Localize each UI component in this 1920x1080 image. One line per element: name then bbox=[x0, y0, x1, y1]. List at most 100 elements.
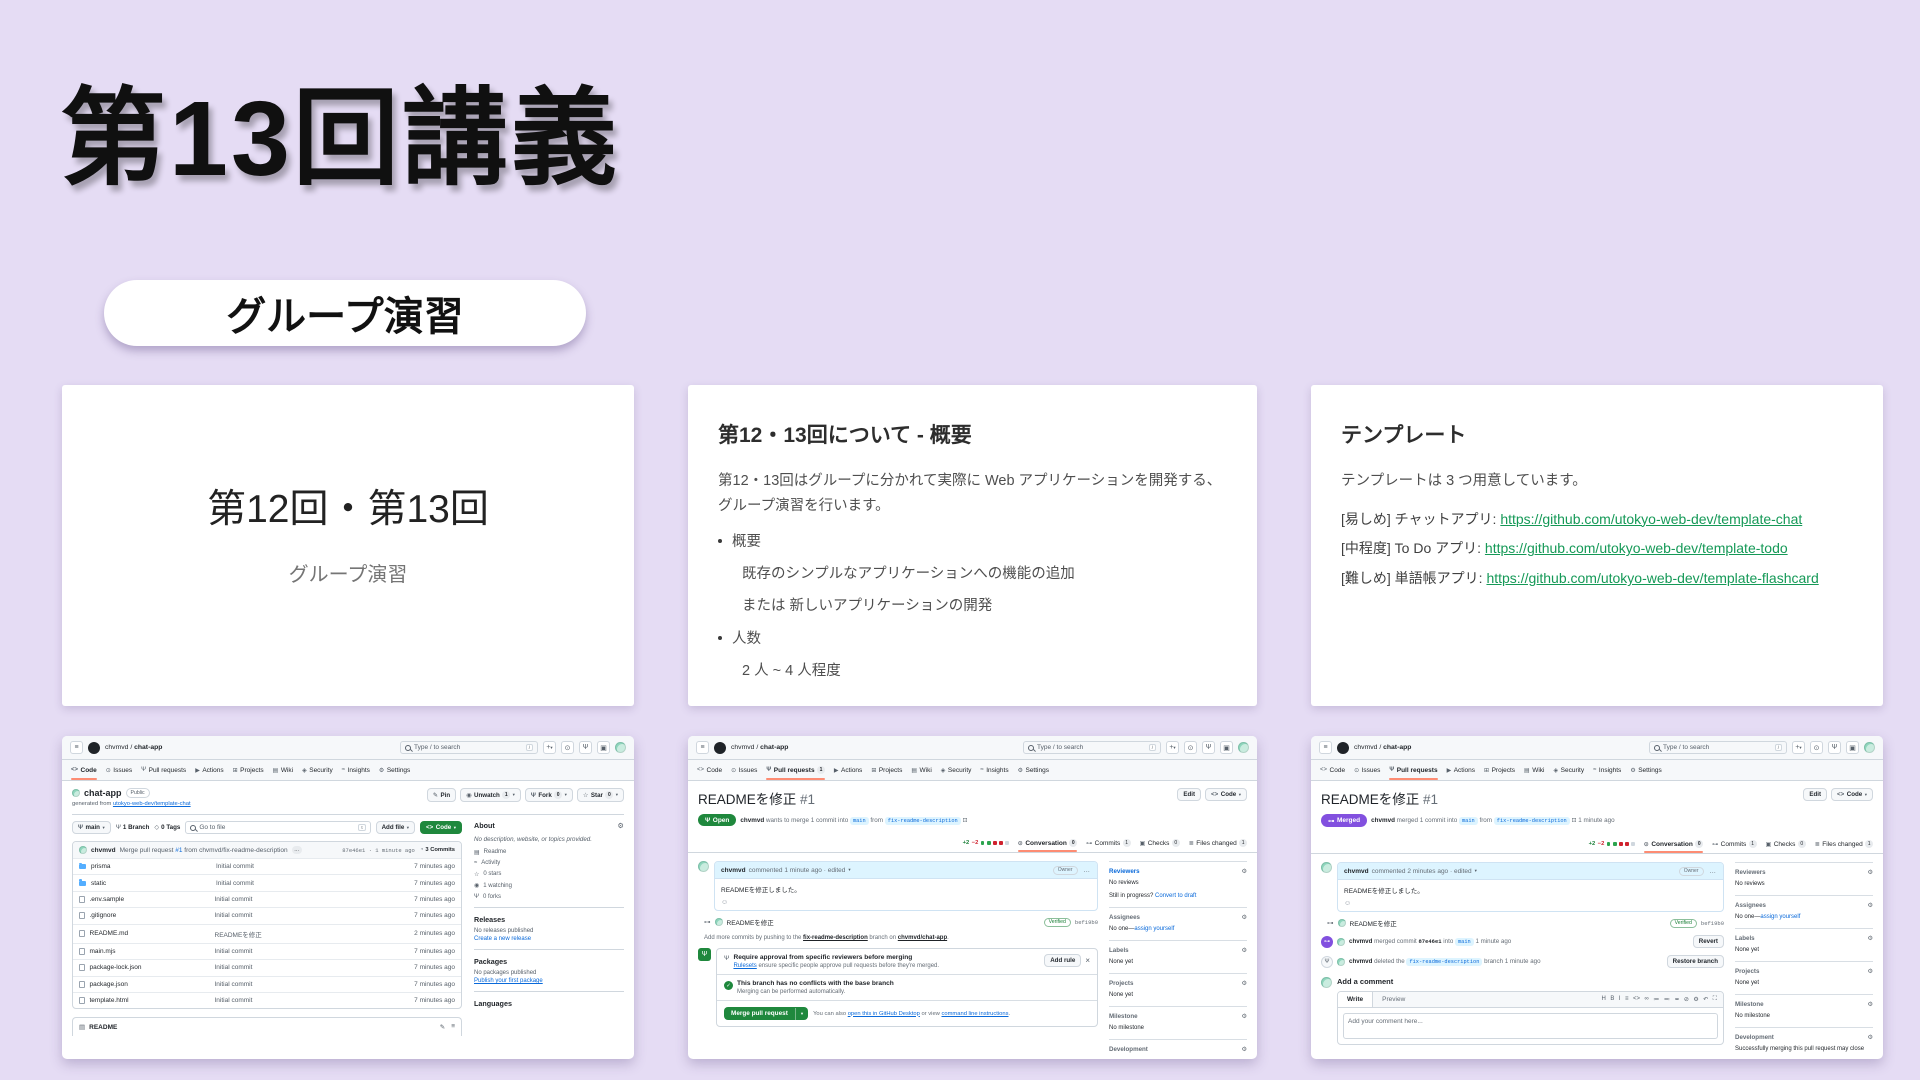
search-input[interactable]: Type / to search/ bbox=[400, 741, 538, 754]
inbox-icon[interactable]: ▣ bbox=[1846, 741, 1859, 754]
write-tab[interactable]: Write bbox=[1338, 992, 1373, 1007]
commit-hash[interactable]: bef19b0 bbox=[1075, 919, 1098, 926]
branches-link[interactable]: Ψ1 Branch bbox=[116, 824, 150, 831]
template-link[interactable]: https://github.com/utokyo-web-dev/templa… bbox=[1486, 570, 1818, 586]
nav-tab[interactable]: <> Code bbox=[71, 760, 97, 780]
template-repo-link[interactable]: utokyo-web-dev/template-chat bbox=[113, 801, 191, 807]
nav-tab[interactable]: ⚙ Settings bbox=[379, 760, 410, 780]
nav-tab[interactable]: ≈ Insights bbox=[342, 760, 370, 780]
nav-tab[interactable]: ▶ Actions bbox=[1447, 760, 1475, 780]
gear-icon[interactable]: ⚙ bbox=[1241, 1013, 1247, 1020]
sidebar-link[interactable]: assign yourself bbox=[1134, 926, 1174, 932]
edit-button[interactable]: Edit bbox=[1803, 788, 1827, 801]
gear-icon[interactable]: ⚙ bbox=[1867, 1034, 1873, 1041]
create-release-link[interactable]: Create a new release bbox=[474, 936, 624, 942]
search-input[interactable]: Type / to search/ bbox=[1023, 741, 1161, 754]
pr-tab[interactable]: ▣ Checks 0 bbox=[1766, 835, 1806, 853]
file-row[interactable]: README.md READMEを修正 2 minutes ago bbox=[73, 924, 461, 943]
issues-icon[interactable]: ⊙ bbox=[561, 741, 574, 754]
nav-tab[interactable]: <> Code bbox=[697, 760, 722, 780]
comment-avatar[interactable] bbox=[698, 861, 709, 872]
issues-icon[interactable]: ⊙ bbox=[1810, 741, 1823, 754]
nav-tab[interactable]: ◈ Security bbox=[941, 760, 972, 780]
toolbar-icon[interactable]: I bbox=[1619, 996, 1621, 1003]
comment-menu-icon[interactable]: … bbox=[1710, 868, 1718, 875]
pr-tab[interactable]: ▣ Checks 0 bbox=[1140, 834, 1180, 852]
gear-icon[interactable]: ⚙ bbox=[1867, 1001, 1873, 1008]
create-new-button[interactable]: +▾ bbox=[543, 741, 556, 754]
nav-tab[interactable]: Ψ Pull requests bbox=[1389, 760, 1437, 780]
restore-branch-button[interactable]: Restore branch bbox=[1667, 955, 1724, 968]
gear-icon[interactable]: ⚙ bbox=[1867, 935, 1873, 942]
tags-link[interactable]: ◇0 Tags bbox=[154, 824, 180, 831]
toolbar-icon[interactable]: ⊘ bbox=[1684, 996, 1689, 1003]
gear-icon[interactable]: ⚙ bbox=[1867, 968, 1873, 975]
edit-readme-icon[interactable]: ✎ bbox=[440, 1023, 445, 1031]
file-row[interactable]: prisma Initial commit 7 minutes ago bbox=[73, 858, 461, 874]
toolbar-icon[interactable]: ≖ bbox=[1674, 996, 1679, 1003]
nav-tab[interactable]: ⊞ Projects bbox=[1484, 760, 1515, 780]
repo-meta-item[interactable]: ◉ 1 watching bbox=[474, 882, 624, 889]
cli-link[interactable]: command line instructions bbox=[941, 1011, 1008, 1017]
toolbar-icon[interactable]: H bbox=[1601, 996, 1605, 1003]
pr-tab[interactable]: ⊙ Conversation 0 bbox=[1018, 834, 1077, 852]
nav-tab[interactable]: <> Code bbox=[1320, 760, 1345, 780]
toolbar-icon[interactable]: B bbox=[1610, 996, 1614, 1003]
pin-button[interactable]: ✎Pin bbox=[427, 788, 456, 802]
pr-tab[interactable]: ⊙ Conversation 0 bbox=[1644, 835, 1703, 853]
breadcrumb[interactable]: chvmvd / chat-app bbox=[105, 744, 162, 751]
commit-hash[interactable]: 87e46e1 · 1 minute ago bbox=[342, 847, 415, 854]
gear-icon[interactable]: ⚙ bbox=[1241, 868, 1247, 875]
github-logo-icon[interactable] bbox=[1337, 742, 1349, 754]
pr-tab[interactable]: ⊶ Commits 1 bbox=[1712, 835, 1756, 853]
sidebar-link[interactable]: assign yourself bbox=[1760, 914, 1800, 920]
publish-package-link[interactable]: Publish your first package bbox=[474, 978, 624, 984]
nav-tab[interactable]: ◈ Security bbox=[302, 760, 333, 780]
repo-meta-item[interactable]: ≈ Activity bbox=[474, 860, 624, 866]
file-row[interactable]: template.html Initial commit 7 minutes a… bbox=[73, 992, 461, 1008]
file-row[interactable]: static Initial commit 7 minutes ago bbox=[73, 874, 461, 890]
outline-icon[interactable]: ≡ bbox=[451, 1023, 455, 1031]
copy-icon[interactable]: ⊡ bbox=[962, 818, 967, 824]
hamburger-icon[interactable]: ≡ bbox=[1319, 741, 1332, 754]
search-input[interactable]: Type / to search/ bbox=[1649, 741, 1787, 754]
nav-tab[interactable]: ▤ Wiki bbox=[273, 760, 293, 780]
github-logo-icon[interactable] bbox=[88, 742, 100, 754]
sidebar-link[interactable]: Convert to draft bbox=[1155, 893, 1196, 899]
pull-requests-icon[interactable]: Ψ bbox=[1828, 741, 1841, 754]
nav-tab[interactable]: ≈ Insights bbox=[980, 760, 1008, 780]
toolbar-icon[interactable]: ≔ bbox=[1653, 996, 1659, 1003]
toolbar-icon[interactable]: <> bbox=[1633, 996, 1640, 1003]
avatar[interactable] bbox=[1238, 742, 1249, 753]
readme-bar[interactable]: ▤ README ✎≡ bbox=[72, 1017, 462, 1036]
nav-tab[interactable]: ⚙ Settings bbox=[1630, 760, 1661, 780]
nav-tab[interactable]: Ψ Pull requests 1 bbox=[766, 760, 824, 780]
repo-meta-item[interactable]: Ψ 0 forks bbox=[474, 894, 624, 900]
gear-icon[interactable]: ⚙ bbox=[618, 821, 624, 830]
hamburger-icon[interactable]: ≡ bbox=[696, 741, 709, 754]
branch-selector[interactable]: Ψmain▾ bbox=[72, 821, 111, 834]
issues-icon[interactable]: ⊙ bbox=[1184, 741, 1197, 754]
emoji-reaction-icon[interactable]: ☺ bbox=[721, 899, 1091, 906]
nav-tab[interactable]: ⚙ Settings bbox=[1018, 760, 1049, 780]
nav-tab[interactable]: ⊙ Issues bbox=[1354, 760, 1380, 780]
toolbar-icon[interactable]: ⚙ bbox=[1693, 996, 1698, 1003]
avatar[interactable] bbox=[615, 742, 626, 753]
unwatch-button[interactable]: ◉Unwatch1▾ bbox=[460, 788, 521, 802]
breadcrumb[interactable]: chvmvd / chat-app bbox=[1354, 744, 1411, 751]
nav-tab[interactable]: ⊞ Projects bbox=[233, 760, 264, 780]
code-button[interactable]: <>Code▾ bbox=[1831, 788, 1873, 801]
revert-button[interactable]: Revert bbox=[1693, 935, 1724, 948]
avatar[interactable] bbox=[1864, 742, 1875, 753]
emoji-reaction-icon[interactable]: ☺ bbox=[1344, 900, 1717, 907]
nav-tab[interactable]: ▶ Actions bbox=[834, 760, 862, 780]
commit-ellipsis[interactable]: … bbox=[292, 846, 302, 854]
go-to-file-input[interactable]: Go to filet bbox=[185, 821, 370, 834]
fork-button[interactable]: ΨFork0▾ bbox=[525, 788, 573, 802]
file-row[interactable]: .env.sample Initial commit 7 minutes ago bbox=[73, 891, 461, 907]
rulesets-link[interactable]: Rulesets bbox=[733, 963, 756, 969]
github-desktop-link[interactable]: open this in GitHub Desktop bbox=[848, 1011, 920, 1017]
file-row[interactable]: package-lock.json Initial commit 7 minut… bbox=[73, 959, 461, 975]
inbox-icon[interactable]: ▣ bbox=[1220, 741, 1233, 754]
file-row[interactable]: .gitignore Initial commit 7 minutes ago bbox=[73, 907, 461, 923]
